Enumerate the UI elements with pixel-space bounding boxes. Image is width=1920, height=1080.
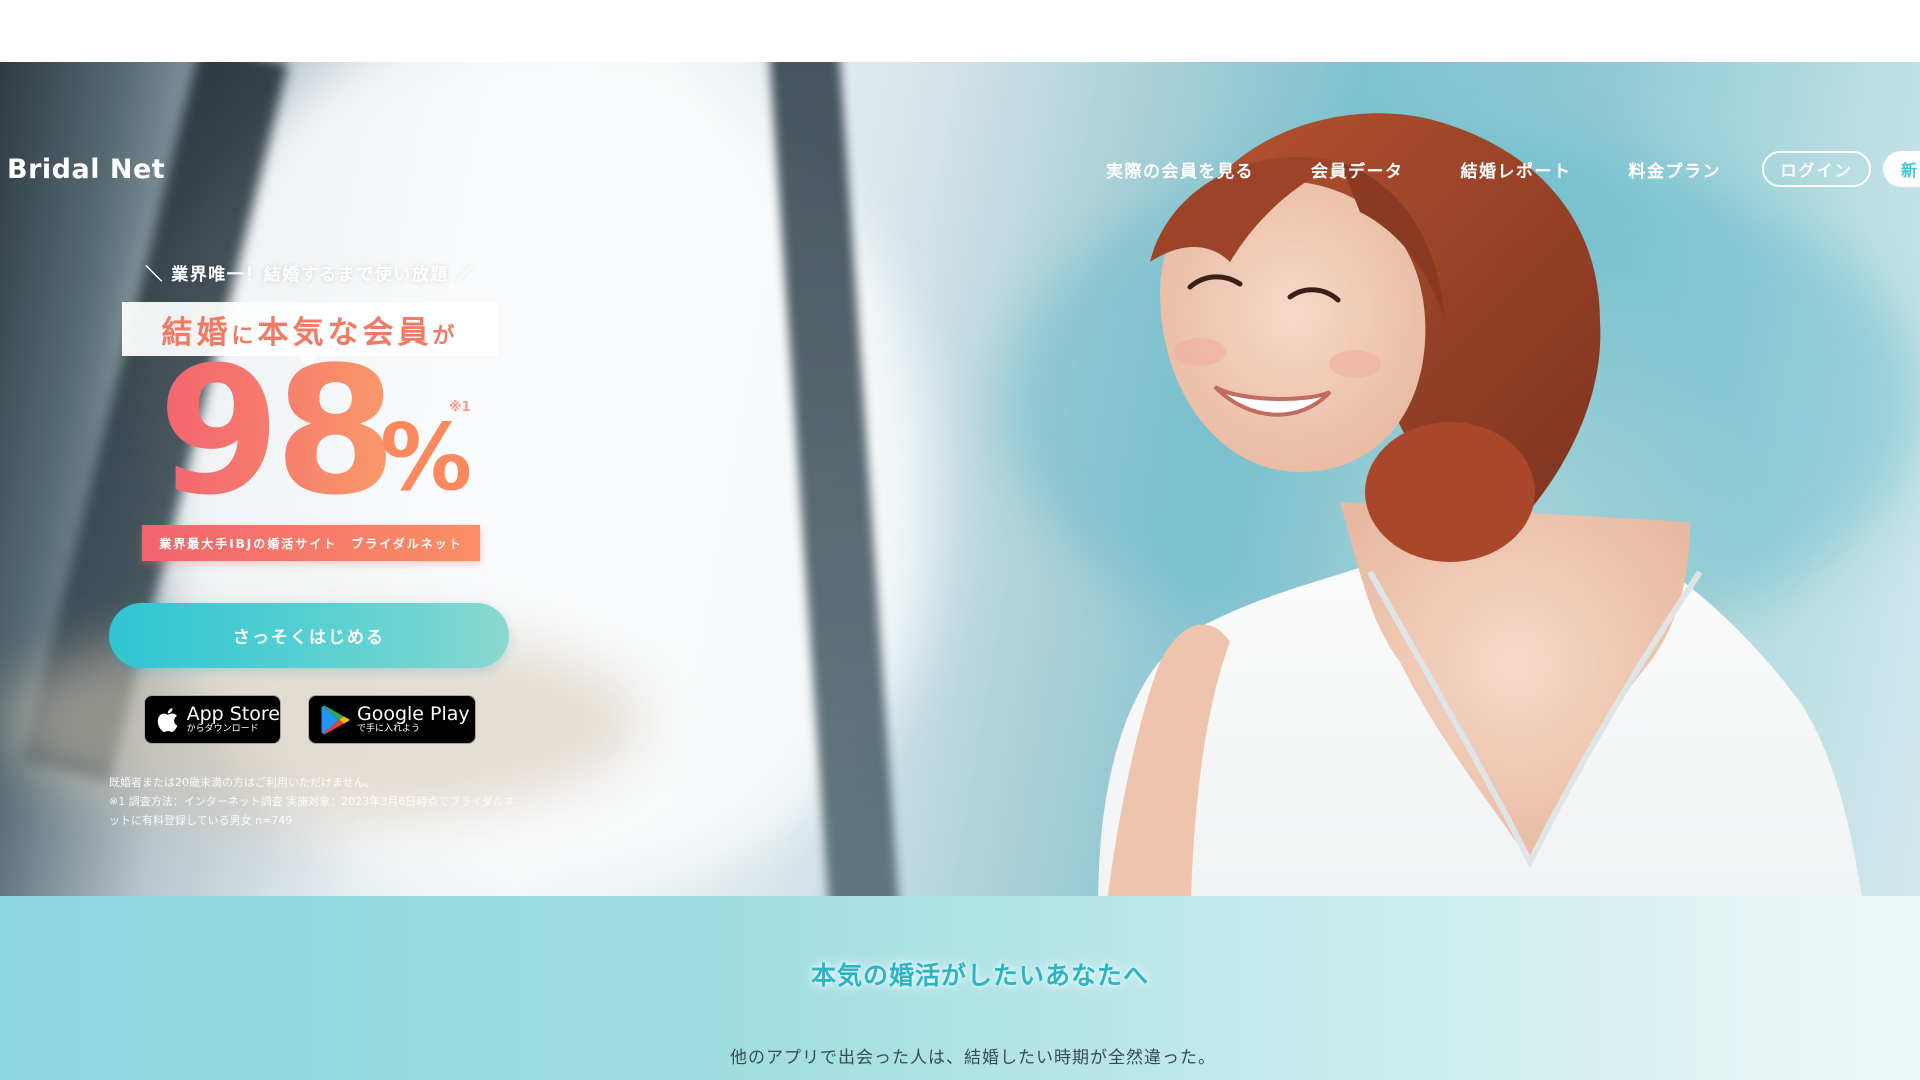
hero-ribbon: 業界最大手IBJの婚活サイト ブライダルネット (142, 525, 480, 561)
start-button[interactable]: さっそくはじめる (109, 603, 509, 668)
google-play-badge[interactable]: Google Play で手に入れよう (308, 695, 476, 744)
hero-tagline: ＼ 業界唯一！結婚するまで使い放題 ／ (145, 265, 475, 285)
nav-item-marriage-report[interactable]: 結婚レポート (1461, 157, 1572, 182)
google-play-label: Google Play (357, 702, 470, 725)
intro-text: 他のアプリで出会った人は、結婚したい時期が全然違った。 (730, 1048, 1216, 1068)
app-store-label: App Store (186, 702, 280, 725)
app-store-sublabel: からダウンロード (186, 723, 259, 734)
intro-title: 本気の婚活がしたいあなたへ (810, 961, 1149, 990)
login-button[interactable]: ログイン (1762, 151, 1871, 187)
hero-section: Bridal Net 実際の会員を見る 会員データ 結婚レポート 料金プラン ロ… (0, 62, 1920, 896)
nav-item-member-data[interactable]: 会員データ (1311, 157, 1404, 182)
signup-button[interactable]: 新 (1883, 151, 1920, 187)
google-play-sublabel: で手に入れよう (357, 723, 421, 734)
disclaimer-line-1: 既婚者または20歳未満の方はご利用いただけません。 (109, 776, 376, 789)
hero-photo-woman (1098, 113, 1862, 896)
apple-icon (157, 707, 178, 732)
intro-section: 本気の婚活がしたいあなたへ 他のアプリで出会った人は、結婚したい時期が全然違った… (0, 896, 1920, 1080)
headline-particle-ga: が (432, 323, 459, 349)
hero-big-number: 98 (158, 329, 397, 534)
hero-disclaimer: 既婚者または20歳未満の方はご利用いただけません。 ※1 調査方法：インターネッ… (109, 773, 524, 830)
app-store-badge[interactable]: App Store からダウンロード (144, 695, 281, 744)
brand-logo[interactable]: Bridal Net (7, 154, 165, 185)
hero-note-mark: ※1 (449, 400, 471, 415)
nav-item-pricing[interactable]: 料金プラン (1629, 157, 1722, 182)
google-play-text: Google Play で手に入れよう (357, 702, 470, 734)
disclaimer-line-2: ※1 調査方法：インターネット調査 実施対象：2023年3月6日時点でブライダル… (109, 795, 515, 827)
hero-percent-sign: % (380, 404, 473, 511)
nav-item-members[interactable]: 実際の会員を見る (1106, 157, 1254, 182)
top-blank-strip (0, 0, 1920, 62)
google-play-icon (321, 705, 350, 734)
main-nav: 実際の会員を見る 会員データ 結婚レポート 料金プラン (1106, 157, 1778, 182)
app-store-text: App Store からダウンロード (186, 702, 280, 734)
